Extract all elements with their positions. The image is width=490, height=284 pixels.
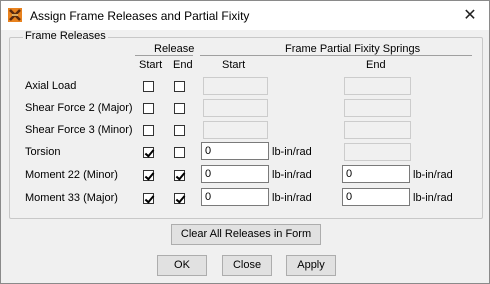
release-end-checkbox-shear-force-3[interactable] bbox=[174, 125, 185, 136]
fixity-start-unit-moment-33: lb-in/rad bbox=[272, 192, 312, 204]
row-label-shear-force-2: Shear Force 2 (Major) bbox=[25, 102, 133, 114]
fixity-end-field-torsion[interactable] bbox=[344, 143, 411, 161]
dialog-window: Assign Frame Releases and Partial Fixity… bbox=[0, 0, 490, 284]
fixity-end-field-moment-22[interactable] bbox=[342, 165, 410, 183]
fixity-start-header: Start bbox=[222, 59, 246, 71]
window-title: Assign Frame Releases and Partial Fixity bbox=[30, 9, 250, 23]
row-label-shear-force-3: Shear Force 3 (Minor) bbox=[25, 124, 133, 136]
release-end-header: End bbox=[173, 59, 193, 71]
fixity-end-field-shear-force-2[interactable] bbox=[344, 99, 411, 117]
release-start-checkbox-shear-force-2[interactable] bbox=[143, 103, 154, 114]
release-start-checkbox-shear-force-3[interactable] bbox=[143, 125, 154, 136]
fixity-header-line bbox=[200, 55, 472, 56]
dialog-client-area: Frame Releases Release Start End Frame P… bbox=[1, 30, 489, 283]
close-window-button[interactable]: ✕ bbox=[455, 3, 485, 27]
fixity-start-field-shear-force-2[interactable] bbox=[203, 99, 268, 117]
release-start-header: Start bbox=[139, 59, 163, 71]
app-icon bbox=[8, 8, 22, 22]
fixity-start-field-torsion[interactable] bbox=[201, 142, 269, 160]
fixity-start-unit-torsion: lb-in/rad bbox=[272, 146, 312, 158]
release-end-checkbox-moment-22[interactable] bbox=[174, 170, 185, 181]
release-end-checkbox-shear-force-2[interactable] bbox=[174, 103, 185, 114]
fixity-end-field-shear-force-3[interactable] bbox=[344, 121, 411, 139]
fixity-start-field-shear-force-3[interactable] bbox=[203, 121, 268, 139]
release-end-checkbox-axial-load[interactable] bbox=[174, 81, 185, 92]
group-title: Frame Releases bbox=[23, 30, 108, 42]
fixity-end-unit-moment-33: lb-in/rad bbox=[413, 192, 453, 204]
fixity-start-unit-moment-22: lb-in/rad bbox=[272, 169, 312, 181]
row-label-moment-33: Moment 33 (Major) bbox=[25, 192, 118, 204]
frame-releases-group: Frame Releases Release Start End Frame P… bbox=[9, 30, 483, 219]
fixity-end-field-axial-load[interactable] bbox=[344, 77, 411, 95]
row-label-axial-load: Axial Load bbox=[25, 80, 77, 92]
release-start-checkbox-moment-33[interactable] bbox=[143, 193, 154, 204]
title-bar: Assign Frame Releases and Partial Fixity… bbox=[1, 1, 489, 30]
release-end-checkbox-torsion[interactable] bbox=[174, 147, 185, 158]
release-start-checkbox-axial-load[interactable] bbox=[143, 81, 154, 92]
fixity-start-field-axial-load[interactable] bbox=[203, 77, 268, 95]
release-header-line bbox=[135, 55, 193, 56]
row-label-moment-22: Moment 22 (Minor) bbox=[25, 169, 118, 181]
fixity-start-field-moment-22[interactable] bbox=[201, 165, 269, 183]
ok-button[interactable]: OK bbox=[157, 255, 207, 276]
release-header: Release bbox=[154, 43, 195, 55]
close-icon: ✕ bbox=[463, 5, 477, 24]
row-label-torsion: Torsion bbox=[25, 146, 61, 158]
release-start-checkbox-torsion[interactable] bbox=[143, 147, 154, 158]
fixity-end-header: End bbox=[366, 59, 386, 71]
close-button[interactable]: Close bbox=[222, 255, 272, 276]
fixity-start-field-moment-33[interactable] bbox=[201, 188, 269, 206]
fixity-end-field-moment-33[interactable] bbox=[342, 188, 410, 206]
clear-all-releases-button[interactable]: Clear All Releases in Form bbox=[171, 224, 321, 245]
release-end-checkbox-moment-33[interactable] bbox=[174, 193, 185, 204]
fixity-header: Frame Partial Fixity Springs bbox=[285, 43, 421, 55]
apply-button[interactable]: Apply bbox=[286, 255, 336, 276]
release-start-checkbox-moment-22[interactable] bbox=[143, 170, 154, 181]
fixity-end-unit-moment-22: lb-in/rad bbox=[413, 169, 453, 181]
